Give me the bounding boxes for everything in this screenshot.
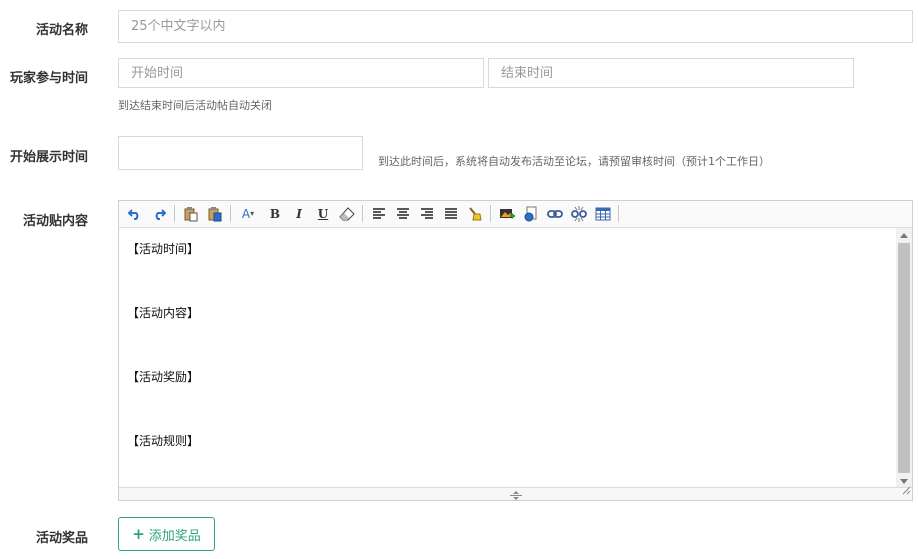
paste-icon[interactable] [181,205,201,223]
content-paragraph-activity-reward: 【活动奖励】 [127,370,200,384]
start-time-input[interactable] [118,58,484,88]
post-content-label: 活动贴内容 [22,214,88,229]
display-time-label: 开始展示时间 [9,150,88,165]
link-icon[interactable] [545,205,565,223]
activity-name-input[interactable] [118,10,913,43]
content-paragraph-activity-rules: 【活动规则】 [127,434,200,448]
activity-name-label: 活动名称 [35,23,88,38]
toolbar-separator [230,205,231,222]
align-left-icon[interactable] [369,205,389,223]
add-prize-button[interactable]: + 添加奖品 [118,517,215,551]
editor-statusbar [119,484,912,500]
editor-content[interactable]: 【活动时间】 【活动内容】 【活动奖励】 【活动规则】 [119,228,896,488]
content-paragraph-activity-time: 【活动时间】 [127,242,200,256]
plus-icon: + [132,524,145,543]
add-prize-label: 添加奖品 [148,528,201,544]
toolbar-separator [490,205,491,222]
editor-toolbar: A ▾ B I U [119,201,912,228]
toolbar-separator [174,205,175,222]
end-time-hint: 到达结束时间后活动帖自动关闭 [118,99,272,112]
toolbar-separator [618,205,619,222]
resize-handle-icon[interactable] [509,489,523,504]
insert-table-icon[interactable] [593,205,613,223]
rich-text-editor: A ▾ B I U 【活动时间】 【活动内容】 【活动奖励】 【活动规则】 [118,200,913,501]
align-right-icon[interactable] [417,205,437,223]
italic-icon[interactable]: I [289,205,309,223]
corner-resize-grip-icon[interactable] [902,484,911,499]
redo-icon[interactable] [149,205,169,223]
underline-icon[interactable]: U [313,205,333,223]
display-time-hint: 到达此时间后，系统将自动发布活动至论坛，请预留审核时间（预计1个工作日） [378,155,770,168]
insert-flash-icon[interactable] [521,205,541,223]
paste-word-icon[interactable] [205,205,225,223]
align-center-icon[interactable] [393,205,413,223]
format-painter-icon[interactable] [465,205,485,223]
undo-icon[interactable] [125,205,145,223]
scroll-up-arrow-icon[interactable] [896,228,912,242]
unlink-icon[interactable] [569,205,589,223]
align-justify-icon[interactable] [441,205,461,223]
eraser-icon[interactable] [337,205,357,223]
player-time-label: 玩家参与时间 [9,71,88,86]
display-time-input[interactable] [118,136,363,170]
font-color-icon[interactable]: A ▾ [238,205,258,223]
prizes-label: 活动奖品 [35,531,88,546]
scrollbar-thumb[interactable] [898,243,910,473]
end-time-input[interactable] [488,58,854,88]
insert-image-icon[interactable] [497,205,517,223]
content-paragraph-activity-content: 【活动内容】 [127,306,200,320]
toolbar-separator [362,205,363,222]
editor-scrollbar[interactable] [896,228,912,488]
bold-icon[interactable]: B [265,205,285,223]
